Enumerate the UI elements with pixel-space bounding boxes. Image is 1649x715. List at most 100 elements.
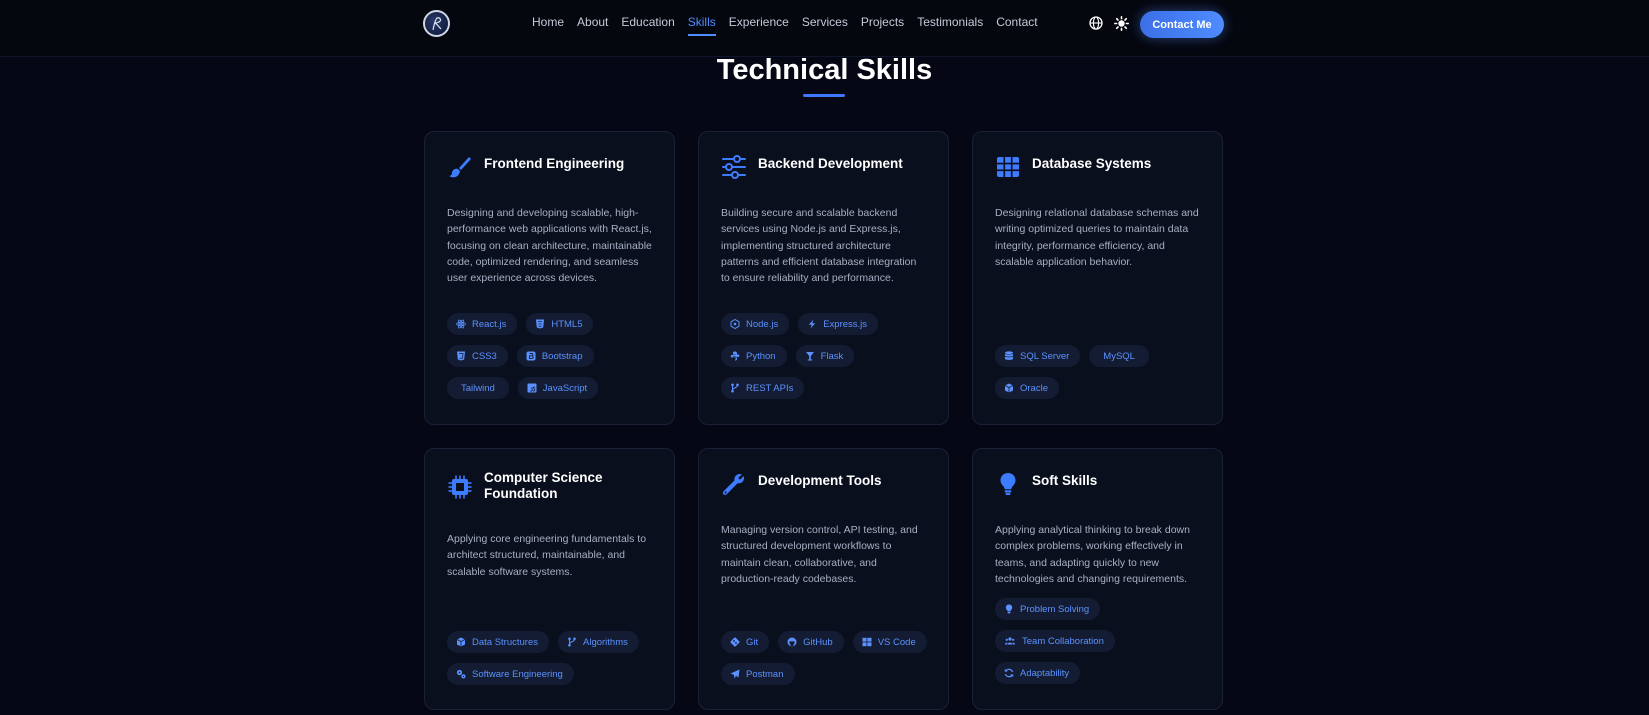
python-icon — [730, 351, 740, 361]
tag-list: React.js HTML5 CSS3 Bootstrap Tailwind J… — [447, 313, 657, 399]
card-description: Building secure and scalable backend ser… — [721, 207, 917, 285]
paper-plane-icon — [730, 669, 740, 679]
sync-icon — [1004, 668, 1014, 678]
git-icon — [730, 637, 740, 647]
title-underline — [803, 94, 845, 97]
tag-flask[interactable]: Flask — [795, 345, 855, 367]
nav-link-projects[interactable]: Projects — [861, 15, 904, 36]
tag-list: Node.js Express.js Python Flask REST API… — [721, 313, 931, 399]
skill-card-dev-tools: Development Tools Managing version contr… — [698, 448, 949, 710]
paintbrush-icon — [448, 155, 472, 179]
branch-icon — [731, 383, 739, 393]
microchip-icon — [448, 475, 472, 499]
table-icon — [996, 155, 1020, 179]
wrench-icon — [722, 472, 746, 496]
card-description: Applying analytical thinking to break do… — [995, 524, 1190, 585]
tag-javascript[interactable]: JavaScript — [517, 377, 599, 399]
card-title: Database Systems — [1032, 156, 1152, 171]
skill-card-cs-foundation: Computer Science Foundation Applying cor… — [424, 448, 675, 710]
globe-icon[interactable] — [1089, 16, 1105, 32]
tag-tailwind[interactable]: Tailwind — [447, 377, 509, 399]
skill-card-soft-skills: Soft Skills Applying analytical thinking… — [972, 448, 1223, 710]
nav-link-testimonials[interactable]: Testimonials — [917, 15, 983, 36]
sun-icon[interactable] — [1114, 16, 1130, 32]
tag-mysql[interactable]: MySQL — [1089, 345, 1149, 367]
nav-link-services[interactable]: Services — [802, 15, 848, 36]
cube-icon — [456, 637, 466, 647]
tag-label: Problem Solving — [1020, 603, 1090, 615]
nav-link-skills[interactable]: Skills — [687, 15, 716, 36]
tag-label: JavaScript — [542, 382, 588, 394]
navbar: Home About Education Skills Experience S… — [0, 0, 1649, 57]
tag-label: REST APIs — [746, 382, 794, 394]
tag-html5[interactable]: HTML5 — [526, 313, 594, 335]
tag-label: MySQL — [1103, 350, 1135, 362]
signature-logo-icon — [432, 17, 442, 31]
tag-list: Problem Solving Team Collaboration Adapt… — [995, 598, 1205, 684]
tag-github[interactable]: GitHub — [778, 631, 844, 653]
nav-link-about[interactable]: About — [577, 15, 608, 36]
tag-label: Algorithms — [583, 636, 628, 648]
lightbulb-icon — [996, 472, 1020, 496]
flask-icon — [805, 352, 814, 361]
cube-icon — [1004, 383, 1014, 393]
tag-react[interactable]: React.js — [447, 313, 518, 335]
tag-label: Tailwind — [461, 382, 495, 394]
nav-link-experience[interactable]: Experience — [729, 15, 789, 36]
tag-data-structures[interactable]: Data Structures — [447, 631, 549, 653]
tag-adaptability[interactable]: Adaptability — [995, 662, 1081, 684]
nav-link-home[interactable]: Home — [532, 15, 564, 36]
tag-python[interactable]: Python — [721, 345, 787, 367]
tag-label: Git — [746, 636, 759, 648]
tag-bootstrap[interactable]: Bootstrap — [516, 345, 594, 367]
tag-postman[interactable]: Postman — [721, 663, 795, 685]
bootstrap-icon — [526, 351, 536, 361]
nav-links: Home About Education Skills Experience S… — [532, 15, 1051, 36]
gears-icon — [456, 669, 466, 679]
branch-icon — [568, 637, 576, 647]
skill-card-database: Database Systems Designing relational da… — [972, 131, 1223, 425]
tag-oracle[interactable]: Oracle — [995, 377, 1059, 399]
users-icon — [1005, 637, 1015, 645]
tag-expressjs[interactable]: Express.js — [798, 313, 879, 335]
lightbulb-icon — [1005, 604, 1013, 614]
tag-rest-apis[interactable]: REST APIs — [721, 377, 805, 399]
tag-list: Git GitHub VS Code Postman — [721, 631, 931, 685]
tag-vs-code[interactable]: VS Code — [852, 631, 927, 653]
logo[interactable] — [423, 10, 450, 37]
tag-label: Adaptability — [1020, 667, 1070, 679]
tag-label: Postman — [746, 668, 784, 680]
tag-git[interactable]: Git — [721, 631, 770, 653]
tag-label: Oracle — [1020, 382, 1048, 394]
tag-label: Bootstrap — [541, 350, 583, 362]
tag-label: Node.js — [746, 318, 779, 330]
nav-link-contact[interactable]: Contact — [996, 15, 1037, 36]
tag-algorithms[interactable]: Algorithms — [558, 631, 639, 653]
tag-label: VS Code — [877, 636, 916, 648]
contact-me-button[interactable]: Contact Me — [1140, 11, 1224, 38]
card-description: Managing version control, API testing, a… — [721, 524, 918, 585]
react-icon — [456, 319, 466, 329]
database-icon — [1005, 351, 1013, 360]
card-title: Computer Science Foundation — [484, 470, 603, 501]
tag-label: SQL Server — [1020, 350, 1070, 362]
javascript-icon — [527, 383, 537, 393]
windows-icon — [862, 637, 872, 647]
tag-css3[interactable]: CSS3 — [447, 345, 508, 367]
tag-nodejs[interactable]: Node.js — [721, 313, 790, 335]
tag-team-collaboration[interactable]: Team Collaboration — [995, 630, 1115, 652]
card-description: Designing relational database schemas an… — [995, 207, 1199, 268]
tag-label: Data Structures — [472, 636, 538, 648]
skill-card-frontend: Frontend Engineering Designing and devel… — [424, 131, 675, 425]
tag-problem-solving[interactable]: Problem Solving — [995, 598, 1101, 620]
tag-software-engineering[interactable]: Software Engineering — [447, 663, 574, 685]
github-icon — [787, 637, 797, 647]
skill-card-backend: Backend Development Building secure and … — [698, 131, 949, 425]
tag-sql-server[interactable]: SQL Server — [995, 345, 1081, 367]
bolt-icon — [809, 319, 816, 329]
nav-link-education[interactable]: Education — [621, 15, 674, 36]
html5-icon — [536, 319, 545, 329]
tag-label: CSS3 — [472, 350, 497, 362]
tag-label: GitHub — [803, 636, 833, 648]
tag-label: Software Engineering — [472, 668, 563, 680]
